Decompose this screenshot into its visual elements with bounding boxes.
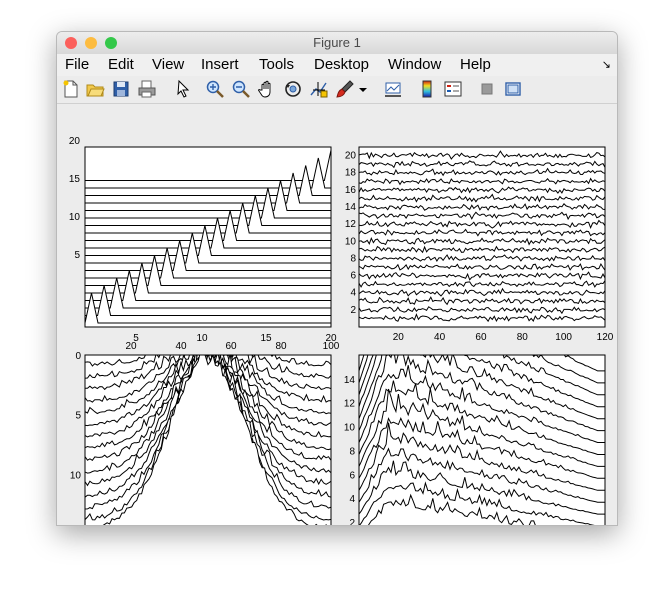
xtick-label: 60 [225,341,237,352]
pan-hand-icon[interactable] [257,79,277,99]
link-plot-icon[interactable] [383,79,403,99]
brush-icon[interactable] [335,79,355,99]
title-bar: Figure 1 [57,32,617,55]
menu-desktop[interactable]: Desktop [314,56,369,73]
xtick-label: 60 [475,332,487,343]
xtick-label: 40 [434,332,446,343]
ytick-label: 10 [344,423,356,434]
ytick-label: 8 [349,446,355,457]
ytick-label: 12 [344,399,356,410]
pointer-icon[interactable] [173,79,193,99]
ytick-label: 12 [345,219,357,230]
colorbar-icon[interactable] [417,79,437,99]
ytick-label: 0 [75,351,81,362]
xtick-label: 40 [175,341,187,352]
new-figure-icon[interactable] [61,79,81,99]
ytick-label: 2 [349,518,355,525]
xtick-label: 80 [275,341,287,352]
ytick-label: 5 [75,411,81,422]
xtick-label: 15 [260,333,272,344]
ytick-label: 10 [70,470,82,481]
ytick-label: 10 [69,212,81,223]
ytick-label: 5 [74,250,80,261]
menu-insert[interactable]: Insert [201,56,239,73]
ytick-label: 18 [345,168,357,179]
xtick-label: 10 [196,333,208,344]
ytick-label: 14 [344,375,356,386]
figure-canvas: 5 10 15 20 5 10 15 20 20 40 60 80 100 2 4 6 8 10 12 14 16 18 2… [57,104,617,525]
menubar-expand-icon[interactable]: ↘ [602,58,611,71]
zoom-in-icon[interactable] [205,79,225,99]
xtick-label: 120 [597,332,614,343]
menu-help[interactable]: Help [460,56,491,73]
ytick-label: 4 [349,494,355,505]
ytick-label: 8 [350,253,356,264]
menu-file[interactable]: File [65,56,89,73]
menu-bar: File Edit View Insert Tools Desktop Wind… [57,54,617,76]
rotate-3d-icon[interactable] [283,79,303,99]
window-title: Figure 1 [313,35,361,50]
print-icon[interactable] [137,79,157,99]
toolbar [57,76,617,104]
ytick-label: 10 [345,236,357,247]
ytick-label: 4 [350,288,356,299]
hide-tools-icon[interactable] [477,79,497,99]
ytick-label: 16 [345,185,357,196]
xtick-label: 20 [393,332,405,343]
menu-window[interactable]: Window [388,56,441,73]
ytick-label: 14 [345,202,357,213]
save-icon[interactable] [111,79,131,99]
show-tools-icon[interactable] [503,79,523,99]
data-cursor-icon[interactable] [309,79,329,99]
brush-dropdown-icon[interactable] [357,79,369,99]
ytick-label: 20 [345,151,357,162]
plots-area: 51015205 10 15 2020 40 60 80 100246810121416182… [69,136,614,525]
ytick-label: 15 [69,174,81,185]
xtick-label: 100 [323,341,340,352]
xtick-label: 80 [517,332,529,343]
menu-tools[interactable]: Tools [259,56,294,73]
ytick-label: 6 [349,470,355,481]
menu-edit[interactable]: Edit [108,56,134,73]
open-file-icon[interactable] [85,79,105,99]
ytick-label: 20 [69,136,81,147]
zoom-out-icon[interactable] [231,79,251,99]
legend-icon[interactable] [443,79,463,99]
ytick-label: 6 [350,271,356,282]
figure-window: Figure 1 File Edit View Insert Tools Des… [56,31,618,526]
ytick-label: 2 [350,305,356,316]
xtick-label: 20 [125,341,137,352]
menu-view[interactable]: View [152,56,184,73]
xtick-label: 100 [555,332,572,343]
